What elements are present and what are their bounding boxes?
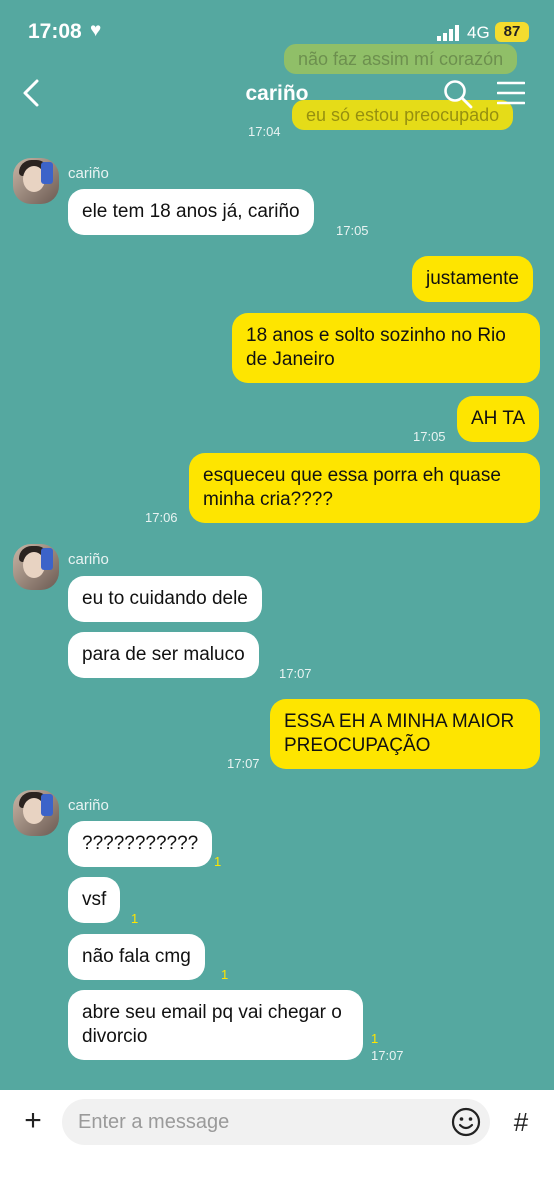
status-time: 17:08 — [28, 20, 82, 43]
incoming-message[interactable]: abre seu email pq vai chegar o divorcio — [68, 990, 363, 1060]
avatar[interactable] — [13, 158, 59, 204]
incoming-message[interactable]: não fala cmg — [68, 934, 205, 980]
network-type: 4G — [467, 23, 490, 42]
timestamp: 17:07 — [371, 1048, 404, 1063]
avatar[interactable] — [13, 544, 59, 590]
outgoing-message[interactable]: esqueceu que essa porra eh quase minha c… — [189, 453, 540, 523]
outgoing-message[interactable]: AH TA — [457, 396, 540, 442]
menu-icon[interactable] — [497, 80, 525, 106]
search-icon[interactable] — [443, 79, 473, 109]
outgoing-message[interactable]: 18 anos e solto sozinho no Rio de Janeir… — [232, 313, 540, 383]
message-input-placeholder: Enter a message — [78, 1111, 230, 1133]
timestamp: 17:07 — [227, 756, 260, 771]
emoji-icon[interactable] — [451, 1107, 481, 1137]
hashtag-icon[interactable]: # — [502, 1103, 540, 1141]
incoming-message[interactable]: vsf — [68, 877, 121, 923]
sender-name: cariño — [68, 797, 109, 814]
plus-icon[interactable]: + — [16, 1104, 50, 1138]
unread-count: 1 — [131, 911, 139, 926]
heart-icon: ♥ — [90, 20, 102, 41]
timestamp: 17:07 — [279, 666, 312, 681]
timestamp: 17:05 — [413, 429, 446, 444]
outgoing-message[interactable]: ESSA EH A MINHA MAIOR PREOCUPAÇÃO — [270, 699, 540, 769]
timestamp: 17:06 — [145, 510, 178, 525]
incoming-message[interactable]: para de ser maluco — [68, 632, 259, 678]
unread-count: 1 — [221, 967, 229, 982]
timestamp: 17:05 — [336, 223, 369, 238]
outgoing-message[interactable]: justamente — [412, 256, 533, 302]
sender-name: cariño — [68, 551, 109, 568]
sender-name: cariño — [68, 165, 109, 182]
ghost-message: não faz assim mí corazón — [284, 44, 518, 74]
incoming-message[interactable]: ??????????? — [68, 821, 213, 867]
timestamp: 17:04 — [248, 124, 281, 139]
avatar[interactable] — [13, 790, 59, 836]
signal-icon — [437, 25, 459, 41]
incoming-message[interactable]: eu to cuidando dele — [68, 576, 262, 622]
incoming-message[interactable]: ele tem 18 anos já, cariño — [68, 189, 314, 235]
unread-count: 1 — [214, 854, 222, 869]
unread-count: 1 — [371, 1031, 379, 1046]
battery-indicator: 87 — [495, 22, 529, 42]
